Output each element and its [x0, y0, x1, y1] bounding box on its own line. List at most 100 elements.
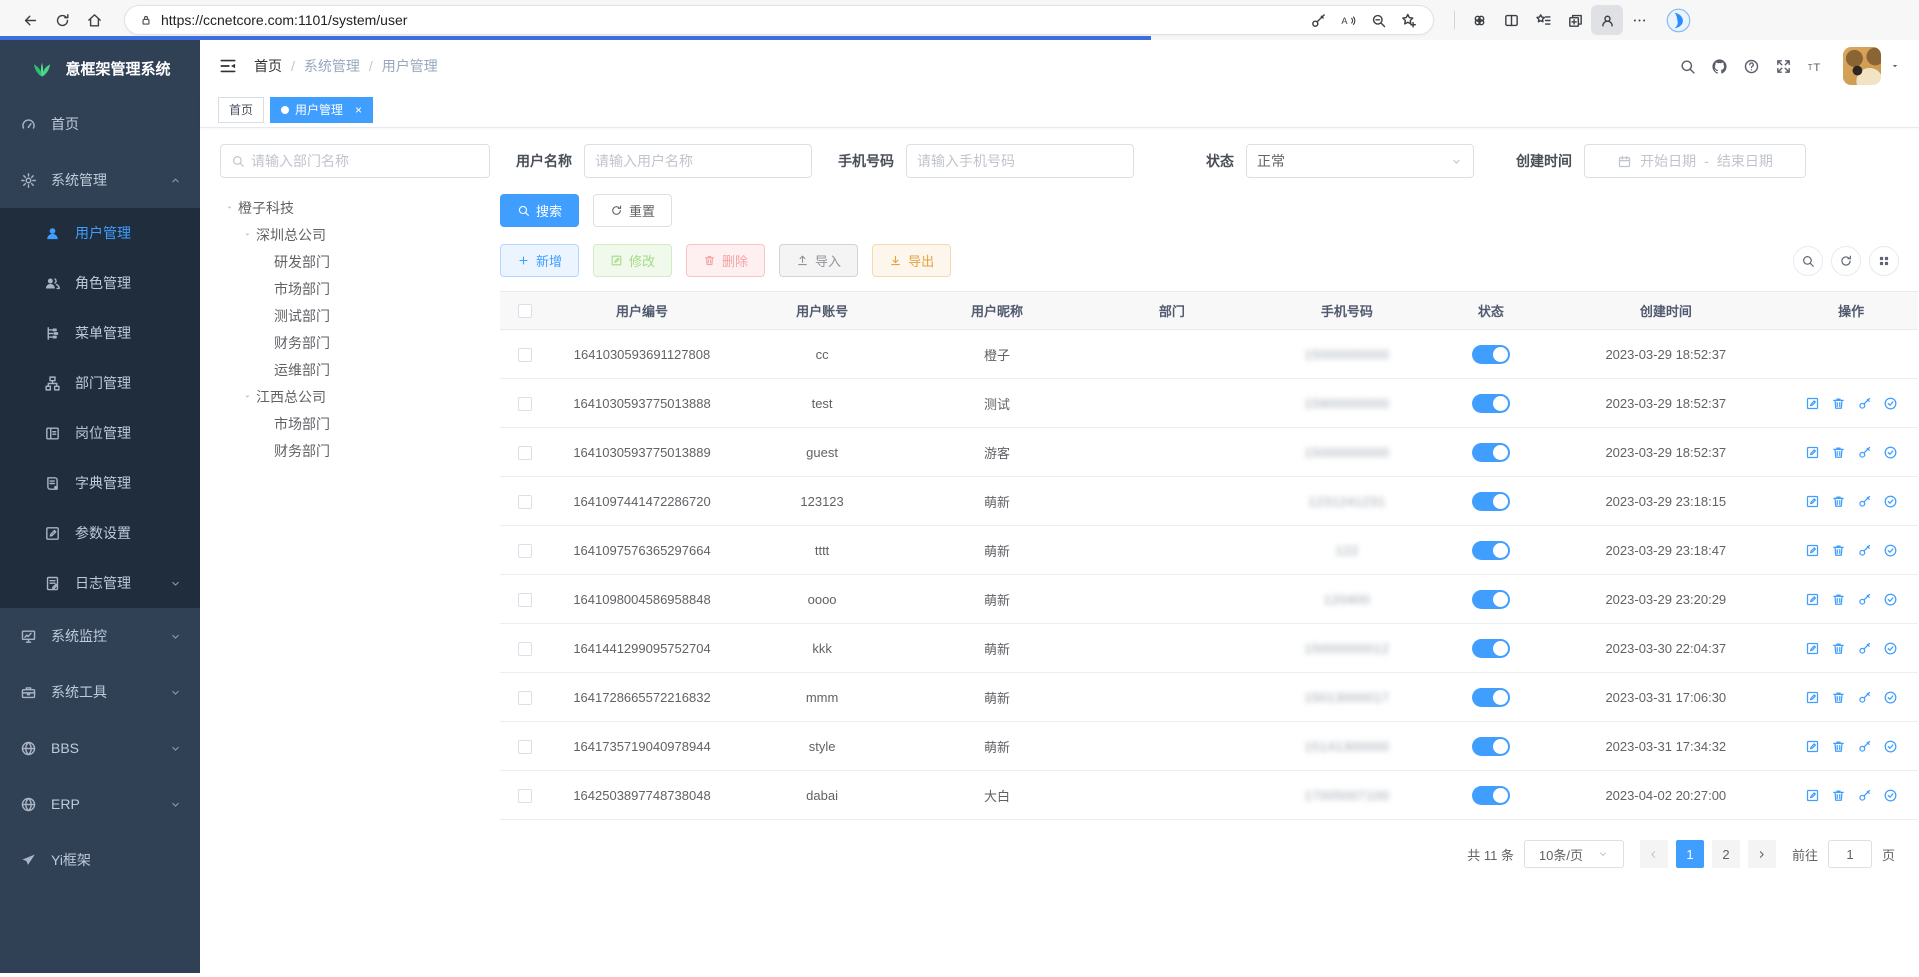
add-favorite-icon[interactable] — [1393, 5, 1423, 35]
edit-icon[interactable] — [1805, 739, 1820, 754]
row-checkbox[interactable] — [518, 789, 532, 803]
profile-icon[interactable] — [1591, 5, 1623, 35]
sidebar-item-monitor[interactable]: 系统监控 — [0, 608, 200, 664]
tree-node-3[interactable]: 市场部门 — [220, 275, 486, 302]
reset-password-icon[interactable] — [1857, 494, 1872, 509]
reload-icon[interactable] — [46, 5, 78, 35]
avatar-caret-icon[interactable] — [1889, 60, 1901, 72]
sidebar-item-menu[interactable]: 菜单管理 — [0, 308, 200, 358]
delete-icon[interactable] — [1831, 641, 1846, 656]
status-select[interactable]: 正常 — [1246, 144, 1474, 178]
status-toggle[interactable] — [1472, 443, 1510, 462]
sidebar-item-role[interactable]: 角色管理 — [0, 258, 200, 308]
tree-node-8[interactable]: 市场部门 — [220, 410, 486, 437]
tree-node-1[interactable]: 深圳总公司 — [220, 221, 486, 248]
edit-icon[interactable] — [1805, 592, 1820, 607]
search-icon[interactable] — [1671, 50, 1703, 82]
sidebar-item-param[interactable]: 参数设置 — [0, 508, 200, 558]
tree-node-4[interactable]: 测试部门 — [220, 302, 486, 329]
dept-search-box[interactable] — [220, 144, 490, 178]
status-toggle[interactable] — [1472, 639, 1510, 658]
delete-icon[interactable] — [1831, 543, 1846, 558]
row-checkbox[interactable] — [518, 544, 532, 558]
reset-password-icon[interactable] — [1857, 690, 1872, 705]
row-checkbox[interactable] — [518, 642, 532, 656]
column-settings-icon[interactable] — [1869, 246, 1899, 276]
tree-node-5[interactable]: 财务部门 — [220, 329, 486, 356]
avatar[interactable] — [1843, 47, 1881, 85]
row-checkbox[interactable] — [518, 348, 532, 362]
favorites-bar-icon[interactable] — [1527, 5, 1559, 35]
next-page-button[interactable] — [1748, 840, 1776, 868]
tree-node-0[interactable]: 橙子科技 — [220, 194, 486, 221]
delete-icon[interactable] — [1831, 788, 1846, 803]
page-button-2[interactable]: 2 — [1712, 840, 1740, 868]
edit-icon[interactable] — [1805, 494, 1820, 509]
dept-search-input[interactable] — [251, 153, 479, 169]
add-button[interactable]: 新增 — [500, 244, 579, 277]
sidebar-fold-icon[interactable] — [218, 56, 238, 76]
reset-password-icon[interactable] — [1857, 396, 1872, 411]
password-key-icon[interactable] — [1303, 5, 1333, 35]
reset-button[interactable]: 重置 — [593, 194, 672, 227]
sidebar-item-yi[interactable]: Yi框架 — [0, 832, 200, 888]
status-toggle[interactable] — [1472, 786, 1510, 805]
edit-icon[interactable] — [1805, 396, 1820, 411]
authorize-icon[interactable] — [1883, 690, 1898, 705]
edit-icon[interactable] — [1805, 690, 1820, 705]
row-checkbox[interactable] — [518, 593, 532, 607]
table-refresh-icon[interactable] — [1831, 246, 1861, 276]
end-date-placeholder[interactable]: 结束日期 — [1717, 151, 1773, 171]
collections-icon[interactable] — [1559, 5, 1591, 35]
sidebar-item-home[interactable]: 首页 — [0, 96, 200, 152]
delete-button[interactable]: 删除 — [686, 244, 765, 277]
authorize-icon[interactable] — [1883, 592, 1898, 607]
row-checkbox[interactable] — [518, 691, 532, 705]
edit-icon[interactable] — [1805, 641, 1820, 656]
sidebar-item-user[interactable]: 用户管理 — [0, 208, 200, 258]
edit-icon[interactable] — [1805, 543, 1820, 558]
start-date-placeholder[interactable]: 开始日期 — [1640, 151, 1696, 171]
status-toggle[interactable] — [1472, 737, 1510, 756]
sidebar-item-dept[interactable]: 部门管理 — [0, 358, 200, 408]
row-checkbox[interactable] — [518, 446, 532, 460]
delete-icon[interactable] — [1831, 739, 1846, 754]
help-icon[interactable] — [1735, 50, 1767, 82]
authorize-icon[interactable] — [1883, 788, 1898, 803]
import-button[interactable]: 导入 — [779, 244, 858, 277]
row-checkbox[interactable] — [518, 495, 532, 509]
tree-expand-icon[interactable] — [238, 391, 256, 402]
status-toggle[interactable] — [1472, 541, 1510, 560]
reset-password-icon[interactable] — [1857, 641, 1872, 656]
reset-password-icon[interactable] — [1857, 592, 1872, 607]
tree-node-9[interactable]: 财务部门 — [220, 437, 486, 464]
authorize-icon[interactable] — [1883, 641, 1898, 656]
tab-home[interactable]: 首页 — [218, 97, 264, 123]
row-checkbox[interactable] — [518, 740, 532, 754]
close-tab-icon[interactable]: × — [355, 103, 362, 117]
tree-expand-icon[interactable] — [238, 229, 256, 240]
edit-button[interactable]: 修改 — [593, 244, 672, 277]
goto-page-input[interactable] — [1828, 840, 1872, 868]
delete-icon[interactable] — [1831, 445, 1846, 460]
reset-password-icon[interactable] — [1857, 739, 1872, 754]
status-toggle[interactable] — [1472, 688, 1510, 707]
sidebar-item-tools[interactable]: 系统工具 — [0, 664, 200, 720]
prev-page-button[interactable] — [1640, 840, 1668, 868]
authorize-icon[interactable] — [1883, 396, 1898, 411]
zoom-out-icon[interactable] — [1363, 5, 1393, 35]
date-range-picker[interactable]: 开始日期 - 结束日期 — [1584, 144, 1806, 178]
reset-password-icon[interactable] — [1857, 543, 1872, 558]
row-checkbox[interactable] — [518, 397, 532, 411]
delete-icon[interactable] — [1831, 494, 1846, 509]
home-icon[interactable] — [78, 5, 110, 35]
authorize-icon[interactable] — [1883, 445, 1898, 460]
tree-node-6[interactable]: 运维部门 — [220, 356, 486, 383]
sidebar-item-log[interactable]: 日志管理 — [0, 558, 200, 608]
table-search-icon[interactable] — [1793, 246, 1823, 276]
tree-node-7[interactable]: 江西总公司 — [220, 383, 486, 410]
edit-icon[interactable] — [1805, 788, 1820, 803]
reset-password-icon[interactable] — [1857, 788, 1872, 803]
app-logo[interactable]: 意框架管理系统 — [0, 40, 200, 96]
browser-essentials-icon[interactable] — [1463, 5, 1495, 35]
